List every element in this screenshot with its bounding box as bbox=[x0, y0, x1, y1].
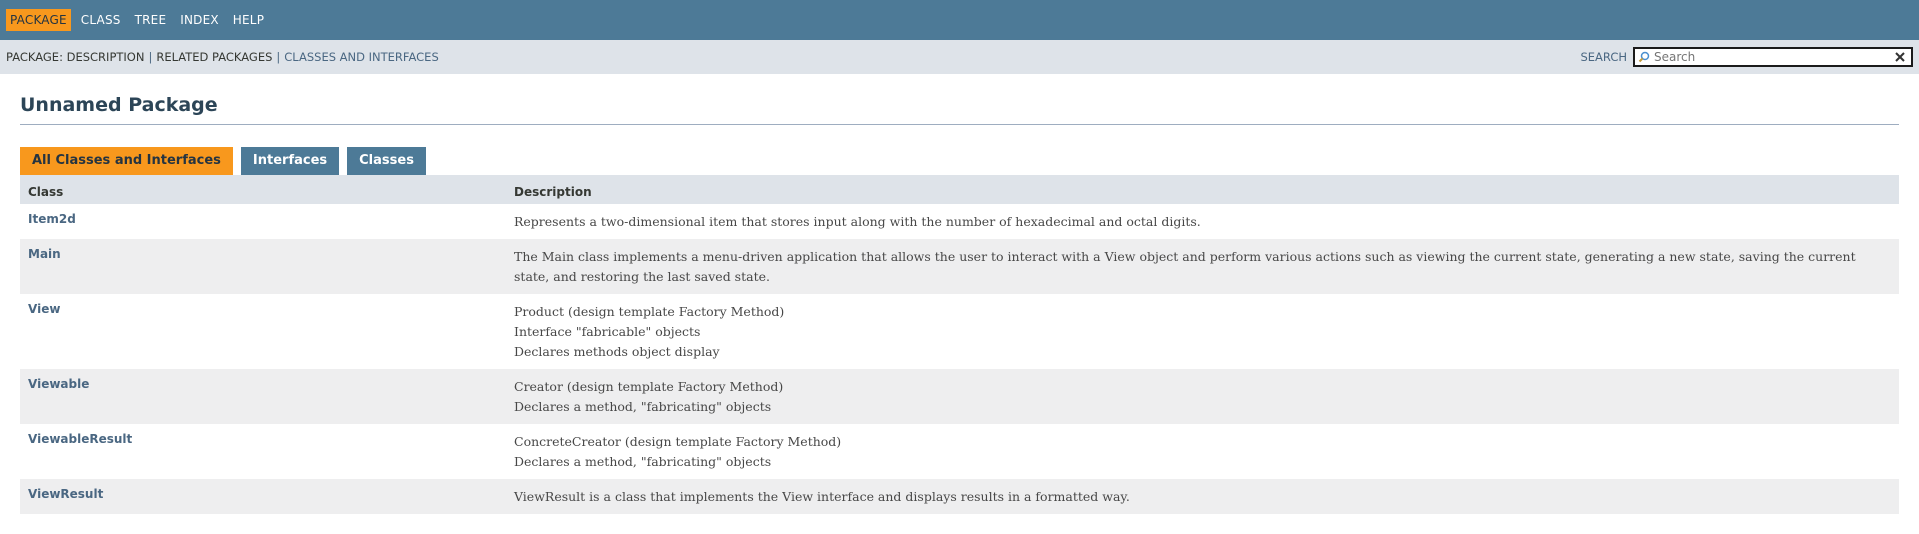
class-link-viewableresult[interactable]: ViewableResult bbox=[28, 432, 132, 446]
nav-help[interactable]: HELP bbox=[229, 9, 268, 31]
sub-navbar: PACKAGE: DESCRIPTION | RELATED PACKAGES … bbox=[0, 40, 1919, 74]
class-description-line: Declares a method, "fabricating" objects bbox=[514, 454, 772, 469]
class-link-main[interactable]: Main bbox=[28, 247, 61, 261]
table-header-row: Class Description bbox=[20, 175, 1899, 204]
class-description-line: ConcreteCreator (design template Factory… bbox=[514, 434, 842, 449]
class-description-line: Declares a method, "fabricating" objects bbox=[514, 399, 772, 414]
class-description: Represents a two-dimensional item that s… bbox=[514, 214, 1201, 229]
class-link-viewresult[interactable]: ViewResult bbox=[28, 487, 103, 501]
tab-classes[interactable]: Classes bbox=[347, 147, 426, 175]
table-row: View Product (design template Factory Me… bbox=[20, 294, 1899, 369]
table-row: Item2d Represents a two-dimensional item… bbox=[20, 204, 1899, 239]
search-label: SEARCH bbox=[1580, 50, 1627, 64]
class-description: The Main class implements a menu-driven … bbox=[514, 249, 1856, 284]
table-row: Viewable Creator (design template Factor… bbox=[20, 369, 1899, 424]
tab-all-classes-and-interfaces[interactable]: All Classes and Interfaces bbox=[20, 147, 233, 175]
summary-tabs: All Classes and Interfaces Interfaces Cl… bbox=[20, 147, 1899, 175]
class-description-line: Interface "fabricable" objects bbox=[514, 324, 701, 339]
class-summary-table: Class Description Item2d Represents a tw… bbox=[20, 175, 1899, 514]
subnav-separator: | bbox=[276, 50, 281, 64]
nav-class[interactable]: CLASS bbox=[77, 9, 125, 31]
top-navbar: PACKAGE CLASS TREE INDEX HELP bbox=[0, 0, 1919, 40]
main-content: Unnamed Package All Classes and Interfac… bbox=[0, 94, 1919, 514]
subnav-separator: | bbox=[148, 50, 153, 64]
table-row: Main The Main class implements a menu-dr… bbox=[20, 239, 1899, 294]
class-link-viewable[interactable]: Viewable bbox=[28, 377, 89, 391]
subnav-prefix: PACKAGE: bbox=[6, 50, 63, 64]
subnav-link-description[interactable]: DESCRIPTION bbox=[67, 50, 145, 64]
close-icon[interactable] bbox=[1894, 50, 1908, 64]
class-description: ViewResult is a class that implements th… bbox=[514, 489, 1130, 504]
page-title: Unnamed Package bbox=[20, 94, 1899, 125]
search-input[interactable] bbox=[1654, 50, 1894, 64]
class-description-line: Creator (design template Factory Method) bbox=[514, 379, 784, 394]
class-description-line: Declares methods object display bbox=[514, 344, 720, 359]
table-row: ViewResult ViewResult is a class that im… bbox=[20, 479, 1899, 514]
nav-tree[interactable]: TREE bbox=[131, 9, 171, 31]
search-icon bbox=[1638, 50, 1652, 64]
nav-index[interactable]: INDEX bbox=[176, 9, 223, 31]
column-header-class: Class bbox=[20, 175, 506, 204]
subnav-link-related-packages[interactable]: RELATED PACKAGES bbox=[156, 50, 272, 64]
table-row: ViewableResult ConcreteCreator (design t… bbox=[20, 424, 1899, 479]
nav-package[interactable]: PACKAGE bbox=[6, 9, 71, 31]
subnav-link-classes-and-interfaces[interactable]: CLASSES AND INTERFACES bbox=[284, 50, 438, 64]
class-link-item2d[interactable]: Item2d bbox=[28, 212, 76, 226]
tab-interfaces[interactable]: Interfaces bbox=[240, 147, 340, 175]
class-link-view[interactable]: View bbox=[28, 302, 60, 316]
class-description-line: Product (design template Factory Method) bbox=[514, 304, 785, 319]
column-header-description: Description bbox=[506, 175, 1899, 204]
search-box bbox=[1633, 47, 1913, 67]
